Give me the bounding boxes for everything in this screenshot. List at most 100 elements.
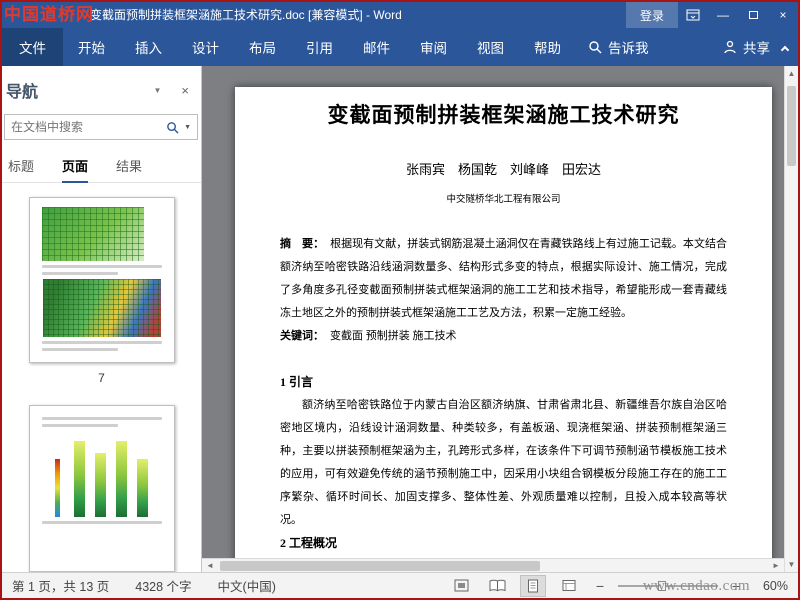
- thumbnail-figure-column-models: [40, 433, 164, 517]
- abstract-text: 根据现有文献，拼装式钢筋混凝土涵洞仅在青藏铁路线上有过施工记载。本文结合额济纳至…: [280, 238, 728, 319]
- navigation-tabs: 标题 页面 结果: [2, 140, 201, 183]
- share-button[interactable]: 共享: [723, 28, 770, 66]
- thumbnail-text-line: [41, 424, 119, 427]
- close-button[interactable]: ×: [768, 2, 798, 28]
- thumbnail-figure-green-frame-model: [41, 207, 144, 261]
- document-page[interactable]: 变截面预制拼装框架涵施工技术研究 张雨宾 杨国乾 刘峰峰 田宏达 中交隧桥华北工…: [235, 87, 772, 572]
- magnifier-icon: [167, 121, 179, 134]
- section-1-heading[interactable]: 1 引言: [280, 371, 727, 394]
- sign-in-button[interactable]: 登录: [625, 2, 678, 28]
- keywords-label: 关键词：: [280, 330, 324, 342]
- vertical-scrollbar[interactable]: ▲ ▼: [784, 66, 798, 572]
- scroll-right-arrow-icon[interactable]: ►: [768, 561, 784, 570]
- read-mode-icon: [489, 579, 505, 592]
- title-bar: 中国道桥网 变截面预制拼装框架涵施工技术研究.doc [兼容模式] - Word…: [2, 2, 798, 28]
- thumbnail-column: [95, 453, 106, 517]
- focus-mode-button[interactable]: [448, 575, 474, 597]
- search-options-caret-icon[interactable]: ▼: [184, 124, 191, 131]
- ribbon-tab-home[interactable]: 开始: [63, 28, 120, 66]
- scroll-up-arrow-icon[interactable]: ▲: [785, 69, 798, 78]
- word-application-window: 中国道桥网 变截面预制拼装框架涵施工技术研究.doc [兼容模式] - Word…: [0, 0, 800, 600]
- search-icon: [589, 41, 602, 54]
- keywords-text: 变截面 预制拼装 施工技术: [330, 330, 457, 342]
- minimize-button[interactable]: —: [708, 2, 738, 28]
- chevron-up-icon: [780, 45, 790, 54]
- navigation-pane-header: 导航 ▼ ×: [2, 66, 201, 104]
- window-title: 变截面预制拼装框架涵施工技术研究.doc [兼容模式] - Word: [90, 8, 402, 22]
- ribbon-tab-view[interactable]: 视图: [462, 28, 519, 66]
- print-layout-button[interactable]: [520, 574, 546, 597]
- ribbon-tab-layout[interactable]: 布局: [234, 28, 291, 66]
- maximize-icon: [748, 11, 758, 19]
- ribbon-display-options-icon: [686, 9, 700, 21]
- watermark-bottom: www.cndao.com: [642, 578, 750, 594]
- navigation-pane: 导航 ▼ × ▼ 标题 页面 结果: [2, 66, 202, 572]
- thumbnail-text-line: [41, 341, 162, 344]
- page-8-thumbnail[interactable]: [28, 405, 175, 572]
- titlebar-controls: 登录 — ×: [625, 2, 798, 28]
- language-status[interactable]: 中文(中国): [218, 576, 276, 595]
- nav-tab-pages[interactable]: 页面: [62, 156, 89, 183]
- nav-tab-headings[interactable]: 标题: [8, 156, 34, 182]
- tell-me-search[interactable]: 告诉我: [576, 28, 661, 66]
- vertical-scrollbar-thumb[interactable]: [787, 86, 796, 166]
- horizontal-scrollbar[interactable]: ◄ ►: [202, 558, 784, 572]
- ribbon-display-options-button[interactable]: [678, 2, 708, 28]
- main-area: 导航 ▼ × ▼ 标题 页面 结果: [2, 66, 798, 572]
- ribbon-tab-insert[interactable]: 插入: [120, 28, 177, 66]
- document-search-box[interactable]: ▼: [4, 114, 198, 140]
- word-count-status[interactable]: 4328 个字: [135, 576, 191, 595]
- nav-tab-results[interactable]: 结果: [116, 156, 142, 182]
- ribbon-tab-design[interactable]: 设计: [177, 28, 234, 66]
- zoom-out-button[interactable]: −: [592, 578, 608, 594]
- ribbon-tab-help[interactable]: 帮助: [519, 28, 576, 66]
- zoom-level[interactable]: 60%: [754, 579, 788, 593]
- read-mode-button[interactable]: [484, 575, 510, 597]
- ribbon-tab-review[interactable]: 审阅: [405, 28, 462, 66]
- print-layout-icon: [528, 579, 538, 592]
- thumbnail-column: [116, 441, 127, 517]
- ribbon-tab-mailings[interactable]: 邮件: [348, 28, 405, 66]
- search-input[interactable]: [5, 120, 167, 134]
- web-layout-button[interactable]: [556, 575, 582, 597]
- navigation-pane-close-button[interactable]: ×: [181, 83, 189, 98]
- thumbnail-text-line: [41, 417, 162, 420]
- horizontal-scrollbar-thumb[interactable]: [220, 560, 540, 571]
- web-layout-icon: [562, 580, 576, 591]
- share-label: 共享: [743, 41, 770, 56]
- thumbnail-column: [74, 441, 85, 517]
- ribbon-tab-bar: 文件 开始 插入 设计 布局 引用 邮件 审阅 视图 帮助 告诉我 共享: [2, 28, 798, 66]
- tell-me-label: 告诉我: [608, 41, 649, 56]
- page-number-status[interactable]: 第 1 页，共 13 页: [12, 576, 109, 595]
- keywords-paragraph[interactable]: 关键词： 变截面 预制拼装 施工技术: [280, 325, 727, 348]
- ribbon-tab-file[interactable]: 文件: [2, 28, 63, 66]
- document-authors[interactable]: 张雨宾 杨国乾 刘峰峰 田宏达: [280, 159, 727, 178]
- page-7-label: 7: [98, 371, 105, 385]
- search-box-icons: ▼: [166, 121, 197, 134]
- abstract-label: 摘 要：: [280, 238, 325, 250]
- scroll-down-arrow-icon[interactable]: ▼: [785, 560, 798, 569]
- focus-mode-icon: [454, 579, 468, 592]
- maximize-button[interactable]: [738, 2, 768, 28]
- thumbnail-text-line: [41, 265, 162, 268]
- scroll-left-arrow-icon[interactable]: ◄: [202, 561, 218, 570]
- thumbnail-text-line: [41, 272, 119, 275]
- person-icon: [724, 40, 736, 54]
- thumbnail-text-line: [41, 348, 119, 351]
- thumbnail-figure-colored-mesh-model: [42, 279, 161, 337]
- document-title[interactable]: 变截面预制拼装框架涵施工技术研究: [280, 101, 727, 129]
- document-area: 变截面预制拼装框架涵施工技术研究 张雨宾 杨国乾 刘峰峰 田宏达 中交隧桥华北工…: [202, 66, 784, 572]
- watermark-top: 中国道桥网: [4, 5, 94, 24]
- thumbnail-column: [137, 459, 148, 517]
- page-7-thumbnail[interactable]: [28, 197, 175, 363]
- section-1-paragraph[interactable]: 额济纳至哈密铁路位于内蒙古自治区额济纳旗、甘肃省肃北县、新疆维吾尔族自治区哈密地…: [280, 394, 727, 532]
- collapse-ribbon-button[interactable]: [778, 41, 792, 55]
- navigation-pane-title: 导航: [6, 84, 39, 101]
- document-affiliation[interactable]: 中交隧桥华北工程有限公司: [280, 191, 727, 205]
- section-2-heading[interactable]: 2 工程概况: [280, 532, 727, 555]
- thumbnail-color-legend: [55, 459, 60, 517]
- chevron-down-icon[interactable]: ▼: [153, 86, 161, 95]
- abstract-paragraph[interactable]: 摘 要： 根据现有文献，拼装式钢筋混凝土涵洞仅在青藏铁路线上有过施工记载。本文结合…: [280, 233, 727, 325]
- page-thumbnail-list: 7: [2, 183, 201, 572]
- ribbon-tab-references[interactable]: 引用: [291, 28, 348, 66]
